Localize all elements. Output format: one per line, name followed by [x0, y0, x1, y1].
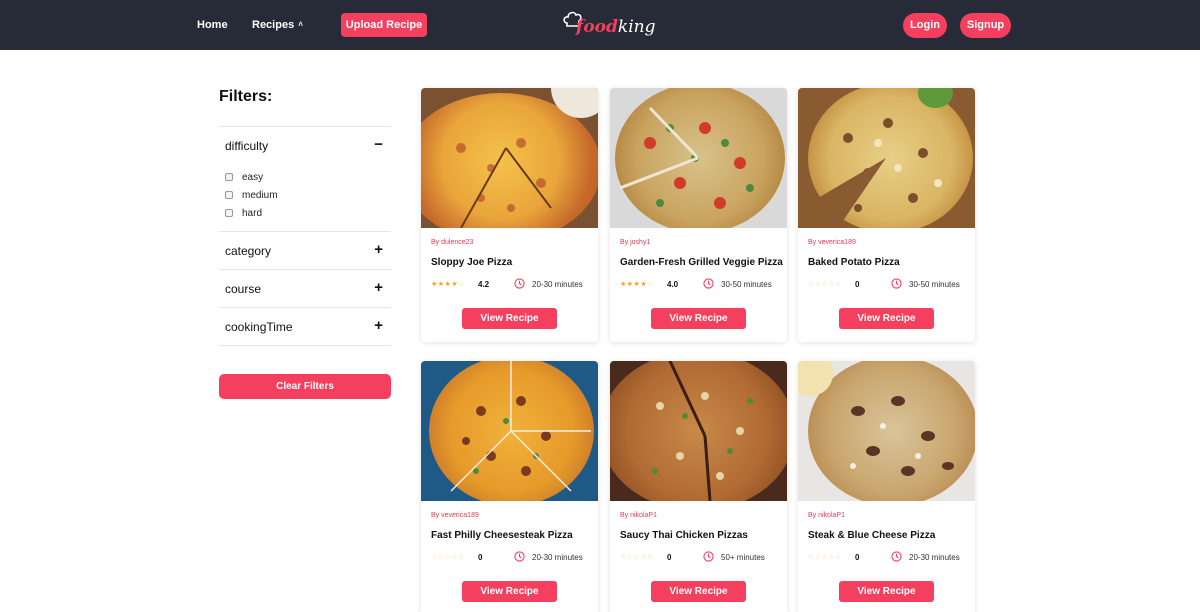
filter-difficulty-label: difficulty: [225, 139, 269, 153]
recipe-author[interactable]: By veverica189: [431, 512, 479, 519]
recipe-image[interactable]: [421, 88, 598, 228]
logo[interactable]: foodking: [562, 9, 655, 43]
view-recipe-button[interactable]: View Recipe: [839, 581, 934, 602]
clock-icon: [891, 551, 902, 562]
rating-stars: ☆☆☆☆☆: [808, 554, 842, 561]
difficulty-options: easy medium hard: [219, 164, 391, 231]
hard-checkbox[interactable]: [225, 209, 233, 217]
rating-stars: ☆☆☆☆☆: [620, 554, 654, 561]
filter-category: category +: [219, 231, 391, 269]
filters-panel: Filters: difficulty − easy medium hard c…: [219, 88, 391, 346]
view-recipe-button[interactable]: View Recipe: [651, 581, 746, 602]
filter-course-label: course: [225, 282, 262, 296]
recipe-title: Garden-Fresh Grilled Veggie Pizza: [620, 257, 783, 268]
filter-course-header[interactable]: course +: [219, 270, 391, 307]
filter-cooking-time-label: cookingTime: [225, 320, 293, 334]
option-easy: easy: [225, 168, 391, 186]
rating-value: 0: [855, 553, 860, 562]
plus-icon[interactable]: +: [374, 241, 383, 258]
recipe-card: By nikolaP1 Steak & Blue Cheese Pizza ☆☆…: [798, 361, 975, 612]
option-medium-label: medium: [242, 189, 278, 201]
clock-icon: [703, 551, 714, 562]
filter-category-label: category: [225, 244, 272, 258]
filters-title: Filters:: [219, 88, 273, 105]
recipe-author[interactable]: By dulence23: [431, 239, 473, 246]
rating-value: 0: [478, 553, 483, 562]
clear-filters-button[interactable]: Clear Filters: [219, 374, 391, 399]
view-recipe-button[interactable]: View Recipe: [462, 308, 557, 329]
cooking-time: 20-30 minutes: [532, 553, 583, 562]
clock-icon: [514, 278, 525, 289]
recipe-title: Baked Potato Pizza: [808, 257, 900, 268]
recipe-card: By veverica189 Baked Potato Pizza ☆☆☆☆☆ …: [798, 88, 975, 342]
recipe-image[interactable]: [421, 361, 598, 501]
recipe-image[interactable]: [798, 88, 975, 228]
clock-icon: [891, 278, 902, 289]
cooking-time: 50+ minutes: [721, 553, 765, 562]
view-recipe-button[interactable]: View Recipe: [839, 308, 934, 329]
filter-cooking-time: cookingTime +: [219, 307, 391, 345]
plus-icon[interactable]: +: [374, 317, 383, 334]
login-button[interactable]: Login: [903, 13, 947, 38]
signup-button[interactable]: Signup: [960, 13, 1011, 38]
option-hard: hard: [225, 204, 391, 222]
cooking-time: 30-50 minutes: [721, 280, 772, 289]
rating-stars: ★★★★☆: [431, 281, 465, 288]
filter-difficulty: difficulty − easy medium hard: [219, 126, 391, 231]
recipe-author[interactable]: By joshy1: [620, 239, 650, 246]
logo-text-king: king: [617, 17, 656, 37]
recipe-title: Steak & Blue Cheese Pizza: [808, 530, 936, 541]
clock-icon: [514, 551, 525, 562]
recipe-image[interactable]: [610, 88, 787, 228]
recipe-image[interactable]: [610, 361, 787, 501]
rating-stars: ☆☆☆☆☆: [431, 554, 465, 561]
recipe-author[interactable]: By nikolaP1: [808, 512, 845, 519]
rating-value: 0: [855, 280, 860, 289]
recipe-image[interactable]: [798, 361, 975, 501]
recipe-title: Fast Philly Cheesesteak Pizza: [431, 530, 573, 541]
recipe-card: By nikolaP1 Saucy Thai Chicken Pizzas ☆☆…: [610, 361, 787, 612]
rating-value: 4.0: [667, 280, 679, 289]
option-hard-label: hard: [242, 207, 263, 219]
rating-value: 0: [667, 553, 672, 562]
clock-icon: [703, 278, 714, 289]
nav-home-link[interactable]: Home: [197, 19, 228, 31]
recipe-card: By joshy1 Garden-Fresh Grilled Veggie Pi…: [610, 88, 787, 342]
cooking-time: 20-30 minutes: [909, 553, 960, 562]
option-easy-label: easy: [242, 171, 264, 183]
filter-category-header[interactable]: category +: [219, 232, 391, 269]
chevron-up-icon: ˄: [298, 20, 303, 29]
filter-cooking-time-header[interactable]: cookingTime +: [219, 308, 391, 345]
minus-icon[interactable]: −: [374, 136, 383, 153]
recipe-title: Sloppy Joe Pizza: [431, 257, 513, 268]
recipe-title: Saucy Thai Chicken Pizzas: [620, 530, 748, 541]
recipe-author[interactable]: By veverica189: [808, 239, 856, 246]
nav-recipes-dropdown[interactable]: Recipes ˄: [252, 19, 303, 31]
rating-stars: ★★★★☆: [620, 281, 654, 288]
logo-text-food: food: [576, 17, 618, 37]
cooking-time: 30-50 minutes: [909, 280, 960, 289]
cooking-time: 20-30 minutes: [532, 280, 583, 289]
nav-recipes-label: Recipes: [252, 19, 295, 31]
view-recipe-button[interactable]: View Recipe: [651, 308, 746, 329]
rating-stars: ☆☆☆☆☆: [808, 281, 842, 288]
medium-checkbox[interactable]: [225, 191, 233, 199]
upload-recipe-button[interactable]: Upload Recipe: [341, 13, 427, 37]
rating-value: 4.2: [478, 280, 490, 289]
recipe-card: By dulence23 Sloppy Joe Pizza ★★★★☆ 4.2 …: [421, 88, 598, 342]
filter-course: course +: [219, 269, 391, 307]
easy-checkbox[interactable]: [225, 173, 233, 181]
option-medium: medium: [225, 186, 391, 204]
recipe-author[interactable]: By nikolaP1: [620, 512, 657, 519]
divider: [219, 345, 391, 346]
recipe-card: By veverica189 Fast Philly Cheesesteak P…: [421, 361, 598, 612]
view-recipe-button[interactable]: View Recipe: [462, 581, 557, 602]
navbar: Home Recipes ˄ Upload Recipe foodking Log…: [0, 0, 1200, 50]
plus-icon[interactable]: +: [374, 279, 383, 296]
filter-difficulty-header[interactable]: difficulty −: [219, 127, 391, 164]
